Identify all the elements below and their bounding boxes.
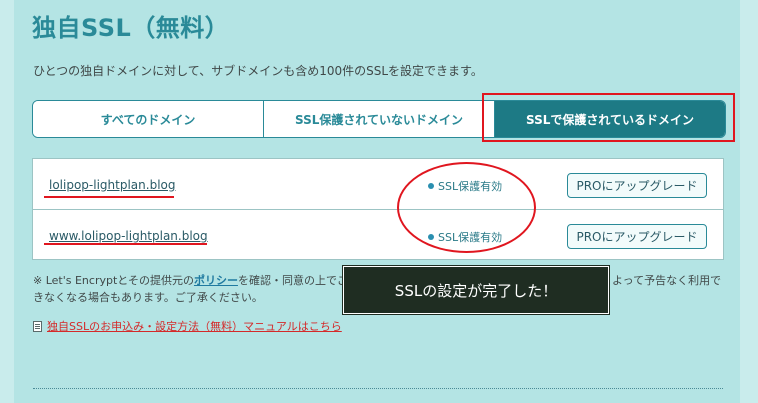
domain-filter-tabs: すべてのドメイン SSL保護されていないドメイン SSLで保護されているドメイン xyxy=(32,100,726,138)
ssl-status: SSL保護有効 xyxy=(428,178,502,194)
ssl-status-label: SSL保護有効 xyxy=(438,180,503,193)
tab-protected-domains[interactable]: SSLで保護されているドメイン xyxy=(495,101,725,137)
document-icon xyxy=(33,320,42,332)
ssl-status: SSL保護有効 xyxy=(428,229,502,245)
manual-link[interactable]: 独自SSLのお申込み・設定方法（無料）マニュアルはこちら xyxy=(47,318,342,334)
tab-unprotected-domains[interactable]: SSL保護されていないドメイン xyxy=(264,101,495,137)
domain-name[interactable]: lolipop-lightplan.blog xyxy=(49,178,175,192)
notice-prefix: ※ Let's Encryptとその提供元の xyxy=(33,274,194,287)
section-divider xyxy=(33,388,723,389)
ssl-status-label: SSL保護有効 xyxy=(438,231,503,244)
upgrade-pro-button[interactable]: PROにアップグレード xyxy=(567,224,707,249)
policy-link[interactable]: ポリシー xyxy=(194,274,238,287)
tab-all-domains[interactable]: すべてのドメイン xyxy=(33,101,264,137)
domain-row: lolipop-lightplan.blog SSL保護有効 PROにアップグレ… xyxy=(33,159,723,210)
notice-middle: を確認・同意の上でご xyxy=(237,274,348,287)
domain-row: www.lolipop-lightplan.blog SSL保護有効 PROにア… xyxy=(33,210,723,260)
page-description: ひとつの独自ドメインに対して、サブドメインも含め100件のSSLを設定できます。 xyxy=(33,64,483,78)
manual-link-row: 独自SSLのお申込み・設定方法（無料）マニュアルはこちら xyxy=(33,318,342,334)
domain-name[interactable]: www.lolipop-lightplan.blog xyxy=(49,229,208,243)
page-title: 独自SSL（無料） xyxy=(32,14,230,42)
notice-line2: きなくなる場合もあります。ご了承ください。 xyxy=(33,291,263,304)
upgrade-pro-button[interactable]: PROにアップグレード xyxy=(567,173,707,198)
domain-underline-annotation xyxy=(44,243,207,245)
status-dot-icon xyxy=(428,234,434,240)
status-dot-icon xyxy=(428,183,434,189)
notice-suffix: よって予告なく利用で xyxy=(611,274,722,287)
ssl-complete-toast: SSLの設定が完了した！ xyxy=(343,266,609,314)
domain-underline-annotation xyxy=(44,196,174,198)
